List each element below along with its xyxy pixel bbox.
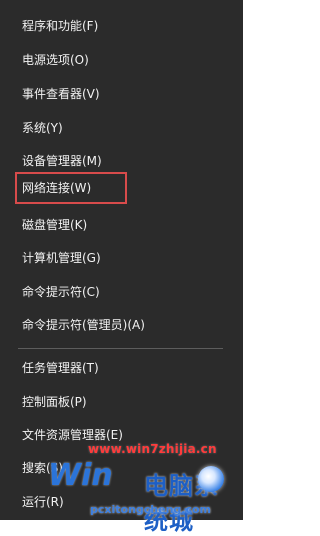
menu-item-event-viewer[interactable]: 事件查看器(V) [22,82,100,106]
windows-orb-icon [198,466,224,492]
watermark-site: www.win7zhijia.cn [88,442,217,456]
context-menu: 程序和功能(F) 电源选项(O) 事件查看器(V) 系统(Y) 设备管理器(M)… [0,0,243,535]
menu-item-power-options[interactable]: 电源选项(O) [22,48,89,72]
menu-item-run[interactable]: 运行(R) [22,490,64,514]
menu-item-command-prompt[interactable]: 命令提示符(C) [22,280,100,304]
menu-item-disk-management[interactable]: 磁盘管理(K) [22,213,87,237]
menu-item-task-manager[interactable]: 任务管理器(T) [22,356,99,380]
watermark-logo: Win 电脑系统城 pcxitongcheng.com [48,456,238,535]
menu-item-command-prompt-admin[interactable]: 命令提示符(管理员)(A) [22,313,145,337]
menu-item-computer-management[interactable]: 计算机管理(G) [22,246,101,270]
menu-item-search[interactable]: 搜索(S) [22,456,63,480]
watermark-domain: pcxitongcheng.com [90,503,212,516]
menu-item-control-panel[interactable]: 控制面板(P) [22,390,87,414]
menu-item-programs-and-features[interactable]: 程序和功能(F) [22,14,98,38]
watermark-brand-text: 电脑系统城 [144,472,219,535]
menu-item-network-connections[interactable]: 网络连接(W) [22,176,91,200]
menu-separator [18,348,223,349]
menu-item-system[interactable]: 系统(Y) [22,116,63,140]
menu-item-device-manager[interactable]: 设备管理器(M) [22,149,102,173]
